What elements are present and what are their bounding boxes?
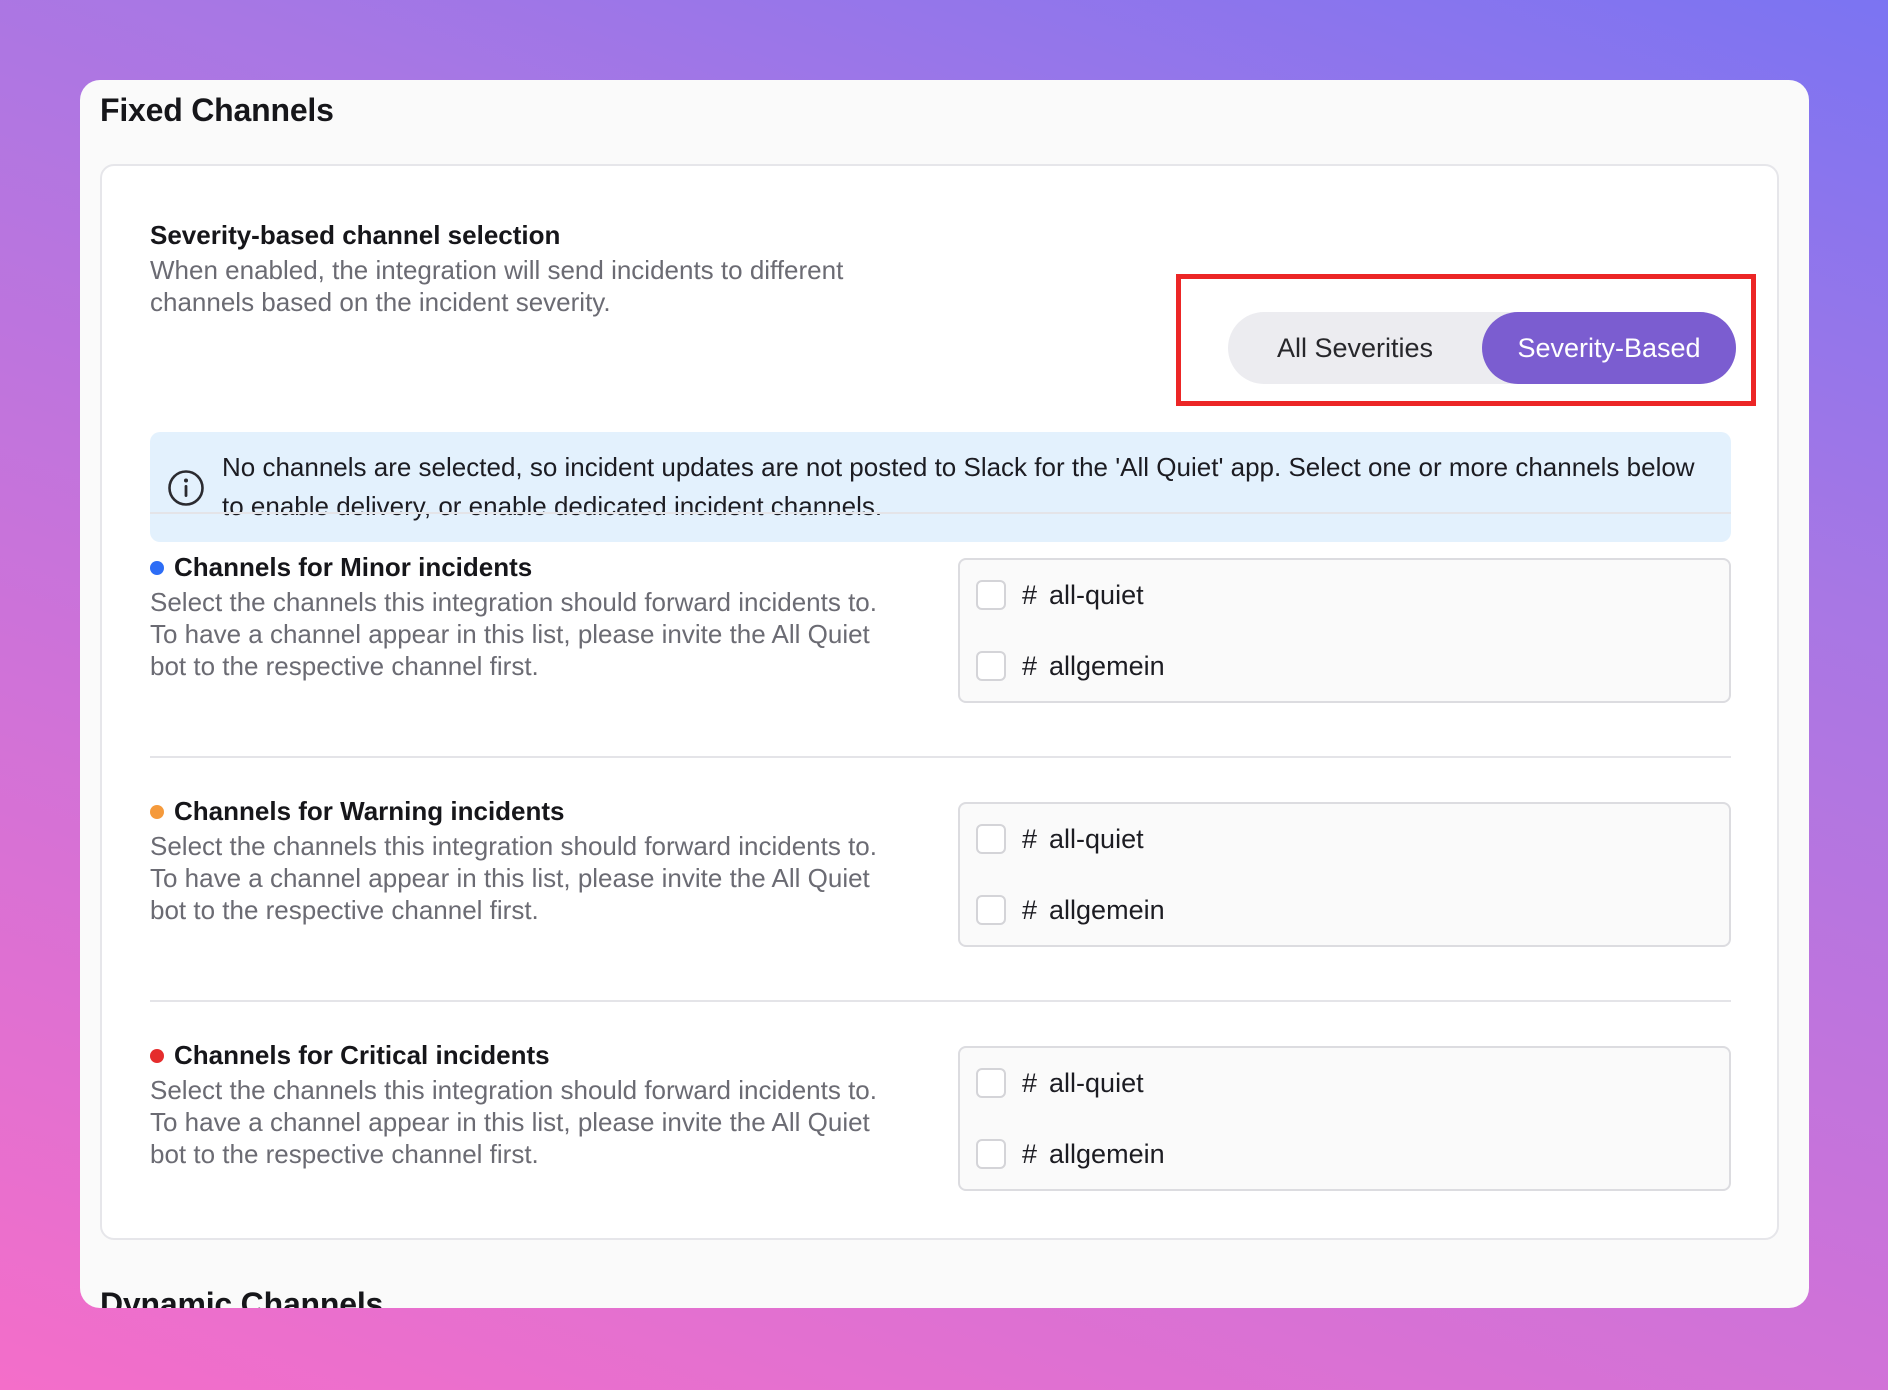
severity-based-option[interactable]: Severity-Based [1482,312,1736,384]
channel-item-allgemein[interactable]: # allgemein [976,893,1165,927]
critical-channels-label: Channels for Critical incidents [174,1040,550,1070]
hash-icon: # [1022,823,1038,854]
critical-channels-description: Select the channels this integration sho… [150,1075,877,1169]
dynamic-channels-title: Dynamic Channels [100,1286,384,1308]
divider [150,512,1731,514]
warning-channels-description: Select the channels this integration sho… [150,831,877,925]
severity-selection-description: When enabled, the integration will send … [150,255,844,317]
warning-dot-icon [150,804,164,819]
divider [150,756,1731,758]
info-banner: No channels are selected, so incident up… [150,432,1731,542]
channel-item-all-quiet[interactable]: # all-quiet [976,822,1144,856]
channel-name: allgemein [1049,1138,1165,1169]
severity-mode-toggle[interactable]: All Severities Severity-Based [1228,312,1736,384]
fixed-channels-card: Severity-based channel selection When en… [100,164,1779,1240]
channel-checkbox[interactable] [976,824,1006,854]
hash-icon: # [1022,1067,1038,1098]
warning-channels-title: Channels for Warning incidents [150,796,565,827]
critical-channels-title: Channels for Critical incidents [150,1040,550,1071]
channel-name: all-quiet [1049,579,1144,610]
channel-name: allgemein [1049,650,1165,681]
all-severities-option[interactable]: All Severities [1228,312,1482,384]
channel-item-allgemein[interactable]: # allgemein [976,649,1165,683]
info-icon [168,470,204,506]
channel-checkbox[interactable] [976,651,1006,681]
critical-channel-list: # all-quiet # allgemein [958,1046,1731,1191]
warning-channel-list: # all-quiet # allgemein [958,802,1731,947]
divider [150,1000,1731,1002]
channel-checkbox[interactable] [976,580,1006,610]
critical-dot-icon [150,1048,164,1063]
channel-checkbox[interactable] [976,1139,1006,1169]
channel-checkbox[interactable] [976,895,1006,925]
channel-item-all-quiet[interactable]: # all-quiet [976,1066,1144,1100]
channel-name: all-quiet [1049,823,1144,854]
severity-selection-title: Severity-based channel selection [150,220,561,250]
minor-channels-title: Channels for Minor incidents [150,552,532,583]
channel-name: allgemein [1049,894,1165,925]
hash-icon: # [1022,894,1038,925]
minor-channels-description: Select the channels this integration sho… [150,587,877,681]
minor-channels-label: Channels for Minor incidents [174,552,533,582]
info-banner-text: No channels are selected, so incident up… [222,452,1695,521]
hash-icon: # [1022,579,1038,610]
warning-channels-label: Channels for Warning incidents [174,796,565,826]
minor-channel-list: # all-quiet # allgemein [958,558,1731,703]
channel-name: all-quiet [1049,1067,1144,1098]
channel-item-allgemein[interactable]: # allgemein [976,1137,1165,1171]
channel-checkbox[interactable] [976,1068,1006,1098]
hash-icon: # [1022,1138,1038,1169]
minor-dot-icon [150,560,164,575]
channel-item-all-quiet[interactable]: # all-quiet [976,578,1144,612]
hash-icon: # [1022,650,1038,681]
settings-window: Fixed Channels Severity-based channel se… [80,80,1809,1308]
fixed-channels-title: Fixed Channels [100,92,334,128]
